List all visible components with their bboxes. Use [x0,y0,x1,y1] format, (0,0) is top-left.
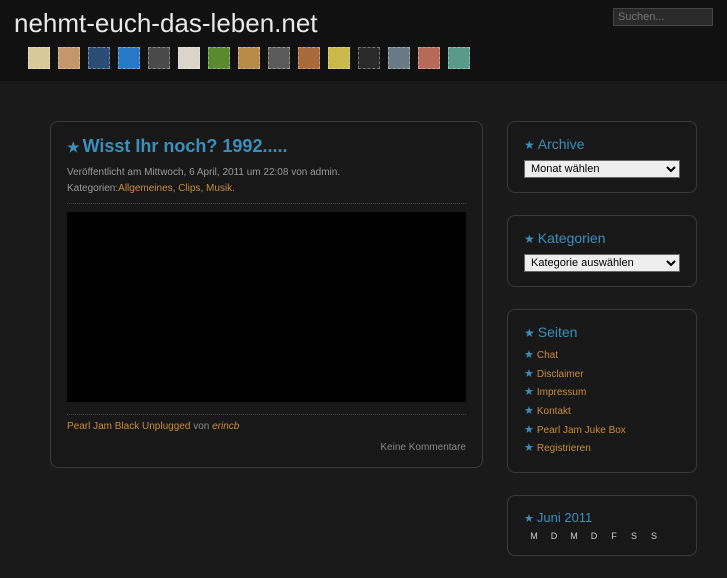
post-title-text: Wisst Ihr noch? 1992..... [83,136,288,156]
page-link[interactable]: Registrieren [537,443,591,454]
star-icon: ★ [524,442,534,454]
calendar-day-header: F [604,531,624,541]
page-link[interactable]: Kontakt [537,406,571,417]
page-list-item: ★Kontakt [524,402,680,421]
star-icon: ★ [524,232,535,246]
calendar-day-header: D [544,531,564,541]
theme-swatch[interactable] [268,47,290,69]
page-link[interactable]: Pearl Jam Juke Box [537,425,626,436]
theme-swatch[interactable] [358,47,380,69]
widget-archive-title-text: Archive [538,136,585,152]
page-link[interactable]: Impressum [537,387,586,398]
page-list-item: ★Registrieren [524,439,680,458]
post-footer: Pearl Jam Black Unplugged von erincb [67,414,466,432]
main-column: ★Wisst Ihr noch? 1992..... Veröffentlich… [50,121,483,578]
calendar-day-header: S [644,531,664,541]
theme-swatch[interactable] [148,47,170,69]
page-list-item: ★Impressum [524,383,680,402]
star-icon: ★ [67,139,80,155]
star-icon: ★ [524,405,534,417]
calendar-day-header: M [564,531,584,541]
star-icon: ★ [524,386,534,398]
page-link[interactable]: Chat [537,350,558,361]
theme-swatch[interactable] [388,47,410,69]
page-link[interactable]: Disclaimer [537,369,584,380]
page-body: ★Wisst Ihr noch? 1992..... Veröffentlich… [0,81,727,578]
categories-select[interactable]: Kategorie auswählen [524,254,680,272]
theme-swatch[interactable] [328,47,350,69]
video-caption-link[interactable]: Pearl Jam Black Unplugged [67,421,190,432]
widget-pages: ★Seiten ★Chat★Disclaimer★Impressum★Konta… [507,309,697,473]
widget-archive-title: ★Archive [524,136,680,152]
post-meta: Veröffentlicht am Mittwoch, 6 April, 201… [67,165,466,204]
page-list-item: ★Disclaimer [524,365,680,384]
widget-pages-title-text: Seiten [538,324,578,340]
search-input[interactable] [613,8,713,26]
widget-categories-title-text: Kategorien [538,230,606,246]
theme-swatch[interactable] [88,47,110,69]
sidebar: ★Archive Monat wählen ★Kategorien Katego… [507,121,697,578]
post-panel: ★Wisst Ihr noch? 1992..... Veröffentlich… [50,121,483,468]
search-form [613,8,713,26]
widget-categories-title: ★Kategorien [524,230,680,246]
header: nehmt-euch-das-leben.net [0,0,727,81]
theme-swatch[interactable] [238,47,260,69]
star-icon: ★ [524,349,534,361]
post-title[interactable]: ★Wisst Ihr noch? 1992..... [67,136,466,157]
calendar-day-headers: MDMDFSS [524,531,680,541]
comments-link[interactable]: Keine Kommentare [67,442,466,453]
calendar-title-text: Juni 2011 [537,510,592,525]
category-link[interactable]: Musik [206,183,232,194]
calendar-title: ★Juni 2011 [524,510,680,525]
video-embed[interactable] [67,212,466,402]
site-title[interactable]: nehmt-euch-das-leben.net [14,8,713,39]
category-link[interactable]: Clips [178,183,200,194]
page-list-item: ★Chat [524,346,680,365]
theme-swatch[interactable] [58,47,80,69]
theme-swatch[interactable] [28,47,50,69]
star-icon: ★ [524,138,535,152]
widget-categories: ★Kategorien Kategorie auswählen [507,215,697,287]
star-icon: ★ [524,424,534,436]
theme-swatch[interactable] [448,47,470,69]
post-categories-label: Kategorien: [67,183,118,194]
calendar-day-header: S [624,531,644,541]
page-list-item: ★Pearl Jam Juke Box [524,421,680,440]
star-icon: ★ [524,368,534,380]
category-link[interactable]: Allgemeines [118,183,172,194]
pages-list: ★Chat★Disclaimer★Impressum★Kontakt★Pearl… [524,346,680,458]
archive-select[interactable]: Monat wählen [524,160,680,178]
theme-swatch[interactable] [418,47,440,69]
widget-calendar: ★Juni 2011 MDMDFSS [507,495,697,556]
calendar-day-header: D [584,531,604,541]
calendar-day-header: M [524,531,544,541]
video-author-link[interactable]: erincb [212,421,239,432]
theme-swatch[interactable] [298,47,320,69]
widget-pages-title: ★Seiten [524,324,680,340]
widget-archive: ★Archive Monat wählen [507,121,697,193]
video-caption-by: von [193,421,209,432]
theme-swatch[interactable] [178,47,200,69]
star-icon: ★ [524,513,534,525]
post-published-line: Veröffentlicht am Mittwoch, 6 April, 201… [67,167,340,178]
theme-swatch[interactable] [208,47,230,69]
theme-swatch[interactable] [118,47,140,69]
theme-swatch-row [14,39,713,79]
star-icon: ★ [524,326,535,340]
